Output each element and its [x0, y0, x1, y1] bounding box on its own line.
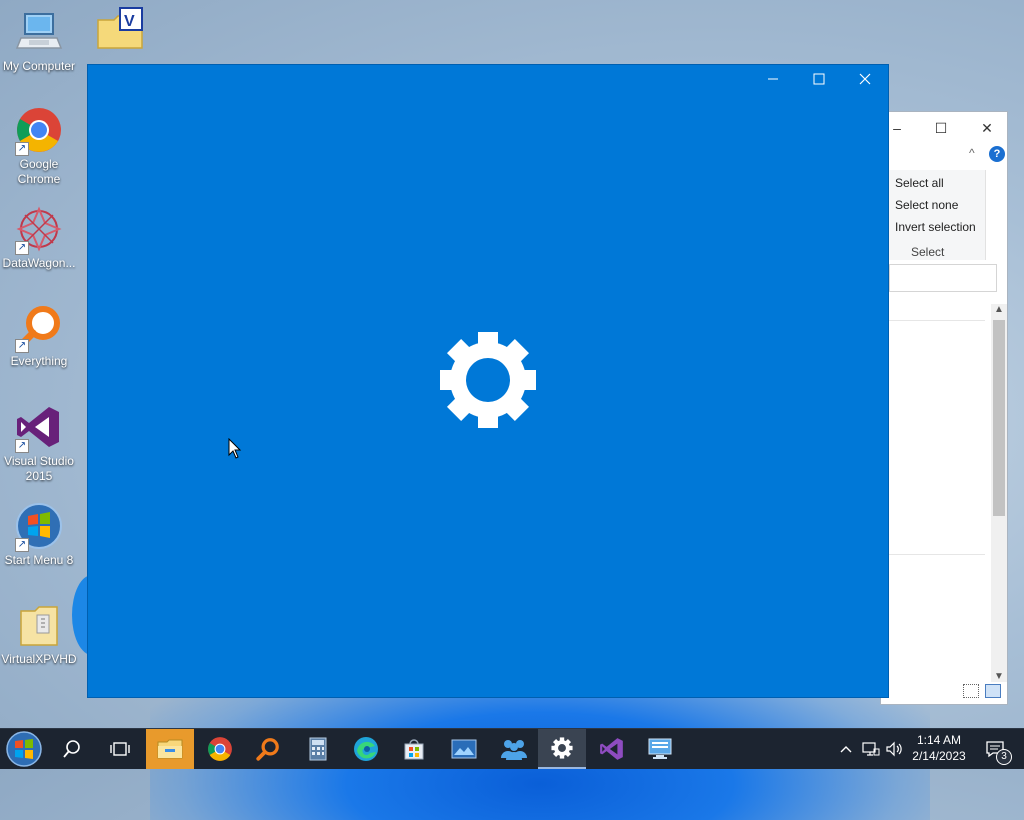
shortcut-arrow-icon: ↗	[15, 142, 29, 156]
desktop-icon-virtualxpvhd[interactable]: VirtualXPVHD	[0, 601, 78, 667]
shortcut-arrow-icon: ↗	[15, 241, 29, 255]
start-button[interactable]	[0, 729, 48, 769]
folder-zip-icon	[15, 601, 63, 649]
vertical-scrollbar[interactable]: ▲ ▼	[991, 304, 1007, 682]
magnifier-icon	[256, 738, 279, 761]
taskbar-people[interactable]	[490, 729, 538, 769]
search-button[interactable]	[48, 729, 96, 769]
gear-icon	[438, 330, 538, 430]
remote-desktop-icon	[648, 738, 672, 759]
help-icon[interactable]: ?	[989, 146, 1005, 162]
desktop-icon-visual-studio[interactable]: ↗ Visual Studio 2015	[0, 403, 78, 484]
taskbar-store[interactable]	[390, 729, 438, 769]
magnifier-icon: ↗	[15, 303, 63, 353]
folder-icon: V	[94, 6, 143, 54]
taskbar-photos[interactable]	[440, 729, 488, 769]
close-icon[interactable]: ✕	[975, 118, 999, 138]
ribbon-select-group: Select all Select none Invert selection …	[881, 170, 986, 260]
photos-icon	[451, 739, 477, 759]
select-none-button[interactable]: Select none	[895, 198, 958, 212]
large-icons-view-icon[interactable]	[985, 684, 1001, 698]
chrome-icon	[208, 737, 232, 761]
notification-count-badge: 3	[996, 749, 1012, 765]
chevron-up-icon[interactable]: ^	[969, 146, 975, 160]
divider	[889, 554, 985, 555]
desktop-icon-label: Everything	[10, 354, 68, 368]
desktop-icon-virtualxpvhd-top[interactable]: V	[78, 6, 158, 54]
scroll-up-icon[interactable]: ▲	[994, 304, 1004, 315]
settings-window[interactable]	[87, 64, 889, 698]
select-all-button[interactable]: Select all	[895, 176, 944, 190]
taskbar-edge[interactable]	[342, 729, 390, 769]
taskbar: 1:14 AM 2/14/2023 3	[0, 728, 1024, 769]
desktop-icon-label: My Computer	[2, 59, 76, 73]
minimize-icon[interactable]	[750, 65, 796, 97]
gear-icon	[551, 737, 573, 759]
invert-selection-button[interactable]: Invert selection	[895, 220, 976, 234]
ribbon-group-label: Select	[911, 245, 945, 259]
computer-icon	[15, 8, 63, 56]
desktop-icon-google-chrome[interactable]: ↗ Google Chrome	[0, 106, 78, 187]
desktop-icon-label: DataWagon...	[2, 256, 76, 270]
shortcut-arrow-icon: ↗	[15, 439, 29, 453]
taskbar-everything[interactable]	[244, 729, 292, 769]
windows-orb-icon: ↗	[15, 502, 63, 552]
desktop-icon-everything[interactable]: ↗ Everything	[0, 303, 78, 369]
shortcut-arrow-icon: ↗	[15, 538, 29, 552]
task-view-icon	[110, 742, 130, 756]
desktop-icon-start-menu-8[interactable]: ↗ Start Menu 8	[0, 502, 78, 568]
desktop-icon-label: Google Chrome	[17, 157, 61, 186]
taskbar-remote-desktop[interactable]	[636, 729, 684, 769]
shortcut-arrow-icon: ↗	[15, 339, 29, 353]
desktop-icon-my-computer[interactable]: My Computer	[0, 8, 78, 74]
taskbar-calculator[interactable]	[294, 729, 342, 769]
system-clock[interactable]: 1:14 AM 2/14/2023	[900, 732, 978, 764]
file-explorer-icon	[157, 739, 183, 759]
search-input[interactable]	[889, 264, 997, 292]
clock-date: 2/14/2023	[912, 749, 966, 763]
taskbar-chrome[interactable]	[196, 729, 244, 769]
taskbar-file-explorer[interactable]	[146, 729, 194, 769]
visual-studio-icon	[600, 738, 623, 760]
edge-icon	[354, 737, 378, 761]
divider	[889, 320, 985, 321]
store-icon	[404, 739, 424, 760]
datawagon-icon: ↗	[15, 205, 63, 255]
svg-text:V: V	[124, 13, 135, 30]
scroll-down-icon[interactable]: ▼	[994, 671, 1004, 682]
people-icon	[501, 740, 527, 760]
desktop-icon-datawagon[interactable]: ↗ DataWagon...	[0, 205, 78, 271]
details-view-icon[interactable]	[963, 684, 979, 698]
show-hidden-icons-chevron-icon[interactable]	[836, 729, 856, 769]
desktop-icon-label: Visual Studio 2015	[4, 454, 74, 483]
clock-time: 1:14 AM	[916, 733, 962, 747]
calculator-icon	[309, 737, 327, 761]
windows-orb-icon	[6, 731, 42, 767]
network-icon[interactable]	[860, 729, 882, 769]
scrollbar-thumb[interactable]	[993, 320, 1005, 516]
action-center-button[interactable]: 3	[980, 729, 1012, 769]
close-icon[interactable]	[842, 65, 888, 97]
search-icon	[63, 740, 80, 758]
explorer-titlebar[interactable]: – ☐ ✕	[881, 112, 1007, 144]
taskbar-visual-studio[interactable]	[588, 729, 636, 769]
desktop-icon-label: Start Menu 8	[4, 553, 74, 567]
task-view-button[interactable]	[96, 729, 144, 769]
maximize-icon[interactable]: ☐	[929, 118, 953, 138]
taskbar-settings[interactable]	[538, 729, 586, 769]
visual-studio-icon: ↗	[15, 403, 63, 453]
maximize-icon[interactable]	[796, 65, 842, 97]
file-explorer-window[interactable]: – ☐ ✕ ^ ? Select all Select none Invert …	[880, 111, 1008, 705]
desktop-icon-label: VirtualXPVHD	[1, 652, 77, 666]
mouse-cursor-icon	[228, 437, 242, 465]
chrome-icon: ↗	[15, 106, 63, 156]
